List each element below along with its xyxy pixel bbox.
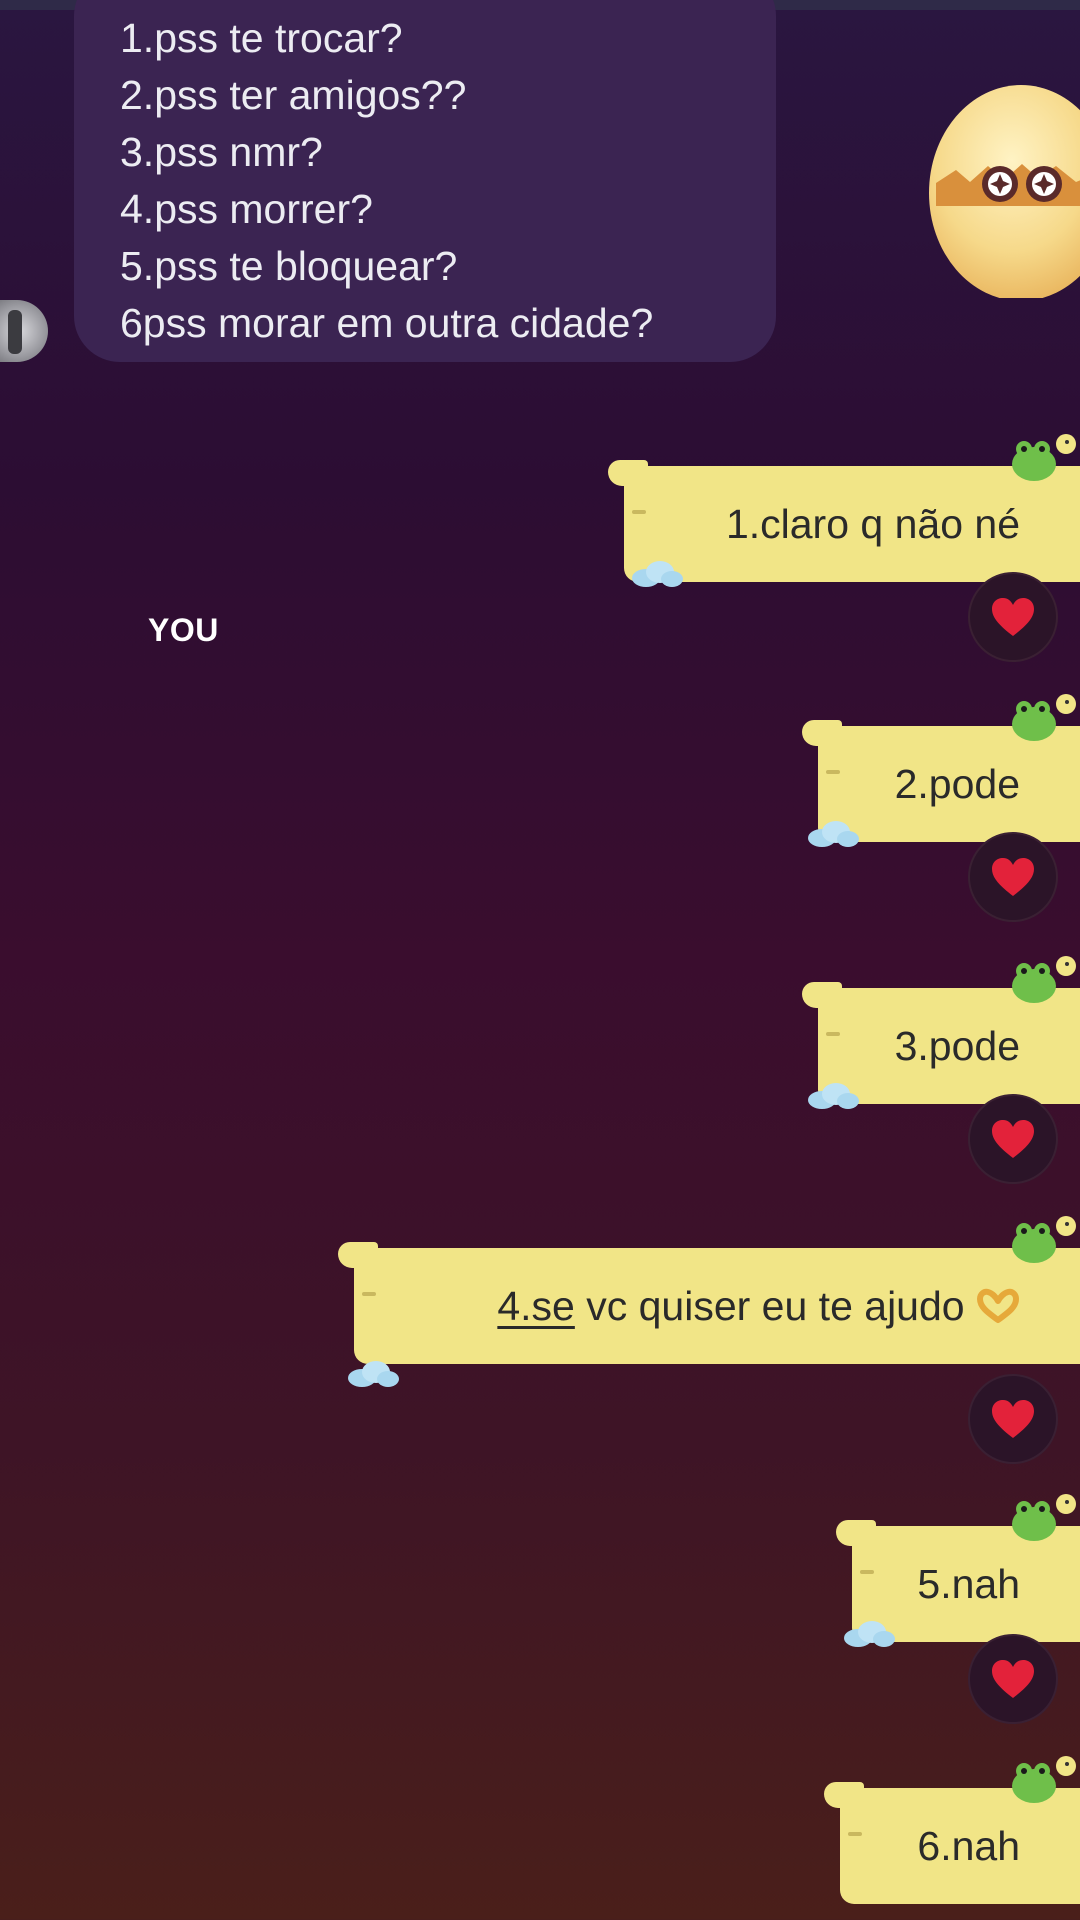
egg-sticker-icon (929, 85, 1080, 298)
frog-sticker-icon (1012, 1216, 1076, 1263)
heart-icon (992, 598, 1034, 636)
heart-reaction[interactable] (968, 832, 1058, 922)
you-label: YOU (148, 612, 219, 648)
incoming-line: 4.pss morrer? (120, 186, 373, 232)
message-text: 1.claro q não né (725, 501, 1020, 547)
heart-icon (992, 858, 1034, 896)
message-text: 4.se vc quiser eu te ajudo (497, 1248, 1020, 1364)
heart-reaction[interactable] (968, 1634, 1058, 1724)
cloud-icon (632, 561, 683, 587)
message-text-rest: vc quiser eu te ajudo (574, 1283, 965, 1329)
heart-icon (992, 1400, 1034, 1438)
incoming-line: 3.pss nmr? (120, 129, 323, 175)
incoming-line: 5.pss te bloquear? (120, 243, 458, 289)
heart-icon (992, 1120, 1034, 1158)
message-text: 2.pode (894, 761, 1020, 807)
frog-sticker-icon (1012, 956, 1076, 1003)
frog-sticker-icon (1012, 1494, 1076, 1541)
heart-reaction[interactable] (968, 572, 1058, 662)
message-text: 3.pode (894, 1023, 1020, 1069)
frog-sticker-icon (1012, 434, 1076, 481)
heart-icon (992, 1660, 1034, 1698)
cloud-icon (808, 1083, 859, 1109)
heart-reaction[interactable] (968, 1374, 1058, 1464)
cloud-icon (348, 1361, 399, 1387)
cloud-icon (844, 1621, 895, 1647)
incoming-line: 2.pss ter amigos?? (120, 72, 467, 118)
outgoing-message-bubble[interactable]: 4.se vc quiser eu te ajudo (338, 1242, 1080, 1364)
heart-hands-icon (977, 1288, 1019, 1323)
message-link[interactable]: 4.se (497, 1283, 575, 1329)
cloud-icon (808, 821, 859, 847)
incoming-line: 1.pss te trocar? (120, 15, 403, 61)
frog-sticker-icon (1012, 1756, 1076, 1803)
frog-sticker-icon (1012, 694, 1076, 741)
heart-reaction[interactable] (968, 1094, 1058, 1184)
sender-avatar[interactable] (0, 300, 48, 362)
incoming-line: 6pss morar em outra cidade? (120, 300, 654, 346)
incoming-message-bubble[interactable]: 1.pss te trocar? 2.pss ter amigos?? 3.ps… (74, 0, 776, 362)
